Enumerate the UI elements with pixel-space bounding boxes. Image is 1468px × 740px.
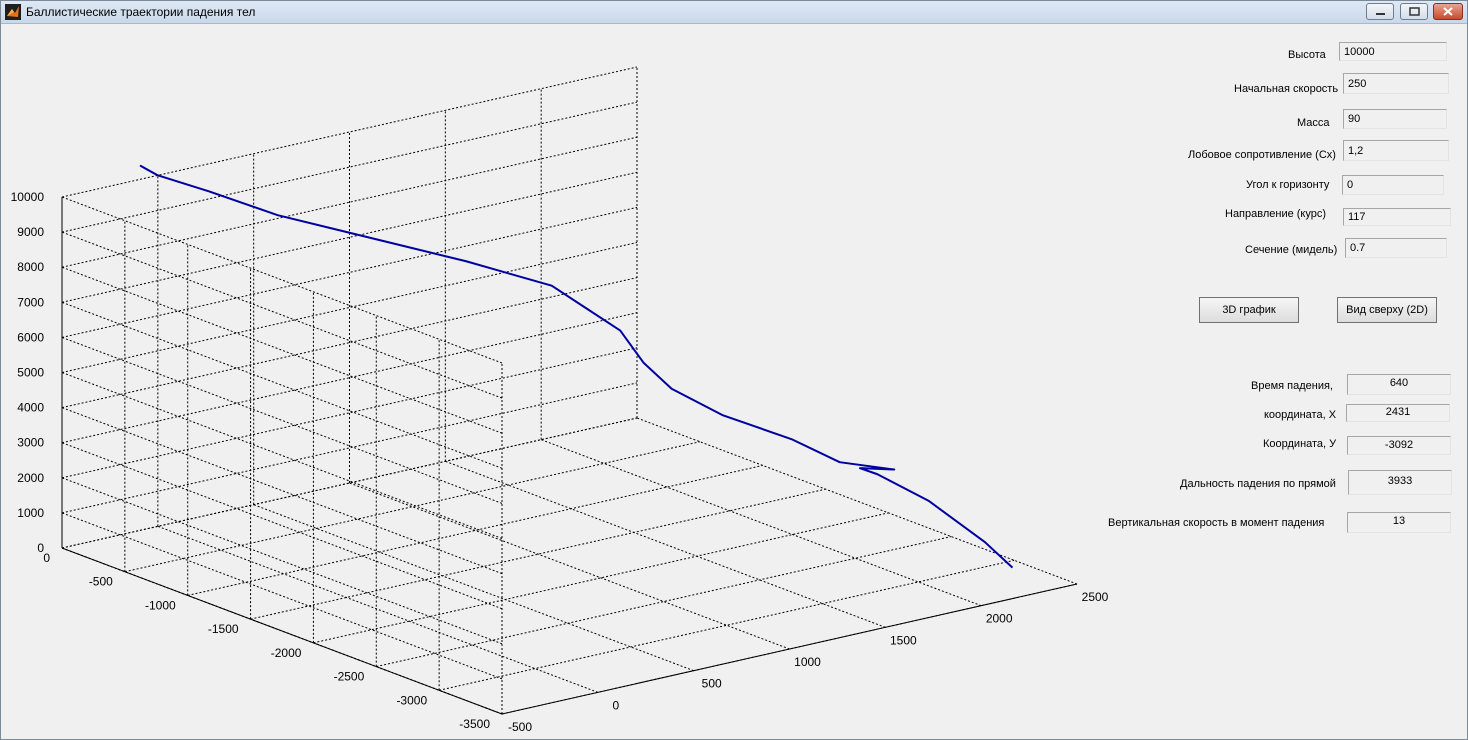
y-tick-label: -500 [89, 575, 113, 589]
vspeed-value: 13 [1347, 512, 1451, 533]
initial-speed-field[interactable] [1343, 73, 1449, 94]
maximize-icon [1409, 7, 1420, 16]
range-value: 3933 [1348, 470, 1452, 495]
y-tick-label: -1500 [208, 622, 239, 636]
grid-line [61, 336, 503, 504]
grid-line [124, 441, 700, 573]
grid-line [61, 231, 503, 399]
z-tick-label: 7000 [17, 295, 44, 309]
grid-line [61, 477, 503, 645]
grid-line [187, 464, 763, 596]
y-tick-label: -1000 [145, 598, 176, 612]
x-axis-line [501, 583, 1078, 715]
coord-x-label: координата, X [1264, 409, 1337, 421]
z-tick-label: 6000 [17, 330, 44, 344]
z-tick-label: 8000 [17, 260, 44, 274]
x-tick-label: 1000 [794, 655, 821, 669]
close-icon [1443, 7, 1453, 16]
grid-line [439, 559, 1015, 691]
window-title: Баллистические траектории падения тел [26, 5, 256, 19]
y-tick-label: -2500 [334, 670, 365, 684]
y-tick-label: -2000 [271, 646, 302, 660]
matlab-icon [5, 4, 21, 20]
grid-line [61, 266, 503, 434]
grid-line [61, 442, 503, 610]
coord-y-label: Координата, У [1263, 438, 1337, 450]
trajectory-3d-plot[interactable]: -500 0 500 1000 1500 2000 2500 0 -500 -1000 -1500 -… [1, 24, 1161, 736]
section-label: Сечение (мидель) [1245, 244, 1338, 256]
range-label: Дальность падения по прямой [1180, 478, 1336, 490]
z-tick-label: 3000 [17, 436, 44, 450]
y-tick-label: -3500 [459, 717, 490, 731]
section-field[interactable] [1345, 238, 1447, 258]
z-tick-label: 9000 [17, 225, 44, 239]
grid-line [61, 407, 503, 575]
z-tick-label: 2000 [17, 471, 44, 485]
initial-speed-label: Начальная скорость [1234, 83, 1339, 95]
height-field[interactable] [1339, 42, 1447, 61]
fall-time-value: 640 [1347, 374, 1451, 395]
grid-line [61, 196, 503, 364]
coord-y-value: -3092 [1347, 436, 1451, 455]
drag-label: Лобовое сопротивление (Cx) [1188, 149, 1336, 161]
height-label: Высота [1288, 49, 1326, 61]
grid-line [61, 101, 638, 233]
grid-line [61, 301, 503, 469]
y-tick-label: 0 [43, 551, 50, 565]
x-tick-label: 2000 [986, 612, 1013, 626]
x-tick-label: -500 [508, 720, 532, 734]
z-tick-label: 4000 [17, 401, 44, 415]
maximize-button[interactable] [1400, 3, 1428, 20]
angle-field[interactable] [1342, 175, 1444, 195]
close-button[interactable] [1433, 3, 1463, 20]
drag-field[interactable] [1343, 140, 1449, 161]
plot-3d-button[interactable]: 3D график [1199, 297, 1299, 323]
z-tick-label: 1000 [17, 506, 44, 520]
z-tick-label: 10000 [11, 190, 45, 204]
top-view-2d-button[interactable]: Вид сверху (2D) [1337, 297, 1437, 323]
z-tick-label: 0 [37, 541, 44, 555]
x-tick-label: 1500 [890, 633, 917, 647]
x-tick-label: 0 [612, 698, 619, 712]
grid-line [376, 536, 952, 668]
y-tick-label: -3000 [396, 693, 427, 707]
z-tick-label: 5000 [17, 366, 44, 380]
fall-time-label: Время падения, [1251, 380, 1333, 392]
coord-x-value: 2431 [1346, 404, 1450, 422]
x-tick-label: 500 [702, 677, 722, 691]
mass-field[interactable] [1343, 109, 1447, 129]
minimize-icon [1376, 13, 1385, 15]
title-bar: Баллистические траектории падения тел [1, 1, 1467, 24]
grid-line [61, 372, 503, 539]
angle-label: Угол к горизонту [1246, 179, 1330, 191]
app-window: Баллистические траектории падения тел Вы… [0, 0, 1468, 740]
mass-label: Масса [1297, 117, 1330, 129]
x-tick-label: 2500 [1082, 590, 1109, 604]
heading-label: Направление (курс) [1225, 208, 1327, 220]
heading-field[interactable] [1343, 208, 1451, 226]
minimize-button[interactable] [1366, 3, 1394, 20]
trajectory-line [139, 164, 1014, 569]
